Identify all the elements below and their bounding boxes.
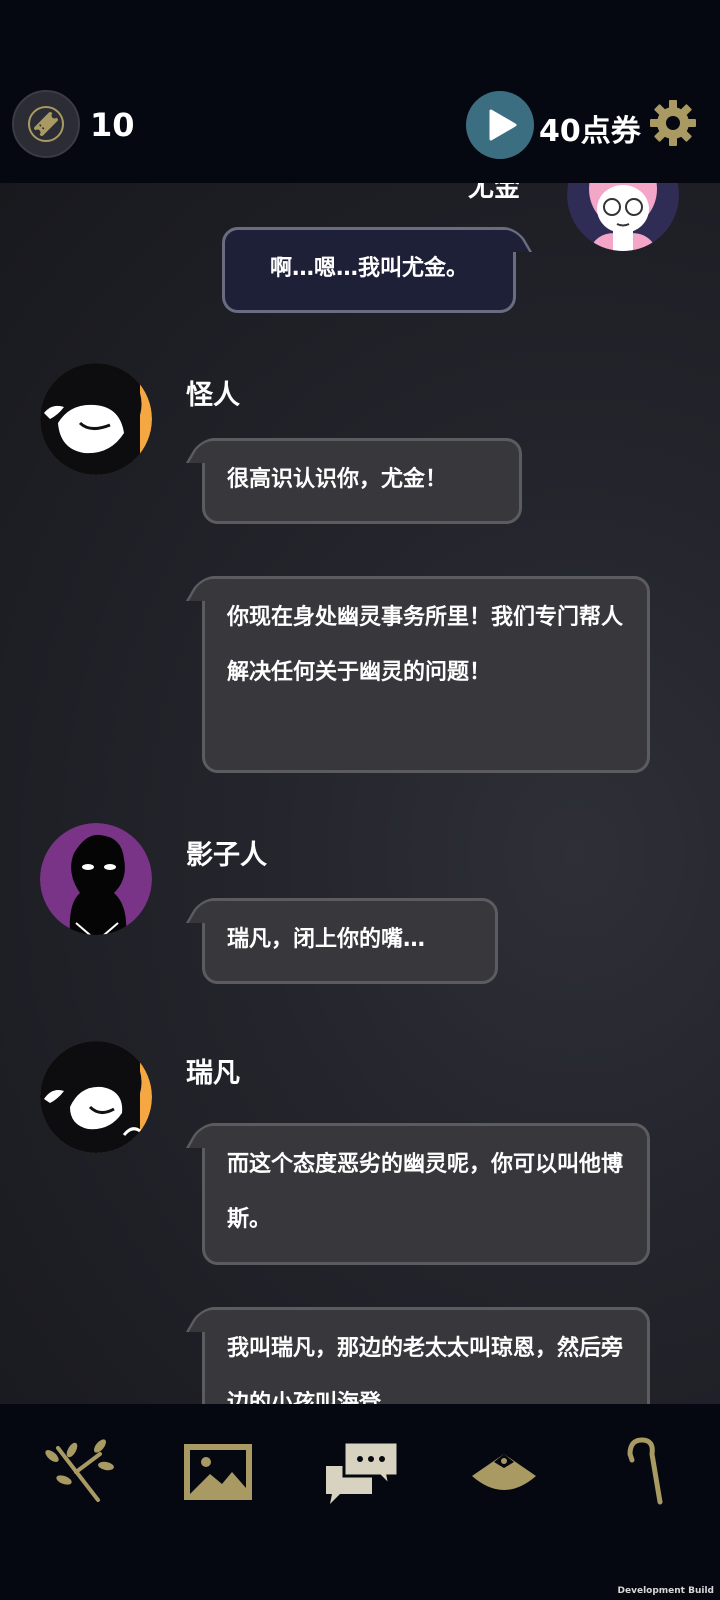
message-text: 瑞凡，闭上你的嘴… [227, 927, 426, 952]
chat-log[interactable]: 尤金 啊…嗯…我叫尤金。 怪人 很高识认识你，尤金！ 你现在身处幽灵事务所里！我… [0, 183, 720, 1404]
avatar-weirdo [40, 363, 152, 475]
speaker-name: 怪人 [186, 380, 240, 411]
avatar-eugene [567, 183, 679, 251]
speaker-name: 瑞凡 [186, 1058, 240, 1089]
watch-ad-button[interactable] [466, 91, 534, 159]
avatar-ruifan [40, 1041, 152, 1153]
message-bubble: 很高识认识你，尤金！ [202, 438, 522, 524]
message-text: 我叫瑞凡，那边的老太太叫琼恩，然后旁边的小孩叫海登 [227, 1336, 624, 1404]
branch-icon[interactable] [40, 1432, 120, 1512]
bottom-nav: Development Build [0, 1404, 720, 1600]
message-bubble: 瑞凡，闭上你的嘴… [202, 898, 498, 984]
ticket-count: 10 [90, 106, 135, 144]
ticket-button[interactable] [12, 90, 80, 158]
message-text: 你现在身处幽灵事务所里！我们专门帮人解决任何关于幽灵的问题！ [227, 605, 624, 685]
message-text: 啊…嗯…我叫尤金。 [269, 256, 468, 281]
speaker-name-self: 尤金 [467, 183, 520, 203]
development-build-label: Development Build [617, 1586, 714, 1596]
play-icon [489, 109, 517, 141]
message-bubble-self: 啊…嗯…我叫尤金。 [222, 227, 516, 313]
points-label: 40点券 [539, 114, 641, 149]
message-bubble: 我叫瑞凡，那边的老太太叫琼恩，然后旁边的小孩叫海登 [202, 1307, 650, 1404]
message-bubble: 而这个态度恶劣的幽灵呢，你可以叫他博斯。 [202, 1123, 650, 1265]
message-text: 而这个态度恶劣的幽灵呢，你可以叫他博斯。 [227, 1152, 624, 1232]
message-bubble: 你现在身处幽灵事务所里！我们专门帮人解决任何关于幽灵的问题！ [202, 576, 650, 773]
chat-icon[interactable] [322, 1432, 402, 1512]
hat-icon[interactable] [464, 1432, 544, 1512]
top-bar: 10 40点券 [0, 0, 720, 183]
gear-icon[interactable] [648, 98, 698, 148]
speaker-name: 影子人 [186, 840, 267, 871]
gallery-icon[interactable] [178, 1432, 258, 1512]
avatar-shadow-man [40, 823, 152, 935]
cane-icon[interactable] [606, 1432, 686, 1512]
message-text: 很高识认识你，尤金！ [227, 467, 448, 492]
ticket-icon [28, 106, 64, 142]
